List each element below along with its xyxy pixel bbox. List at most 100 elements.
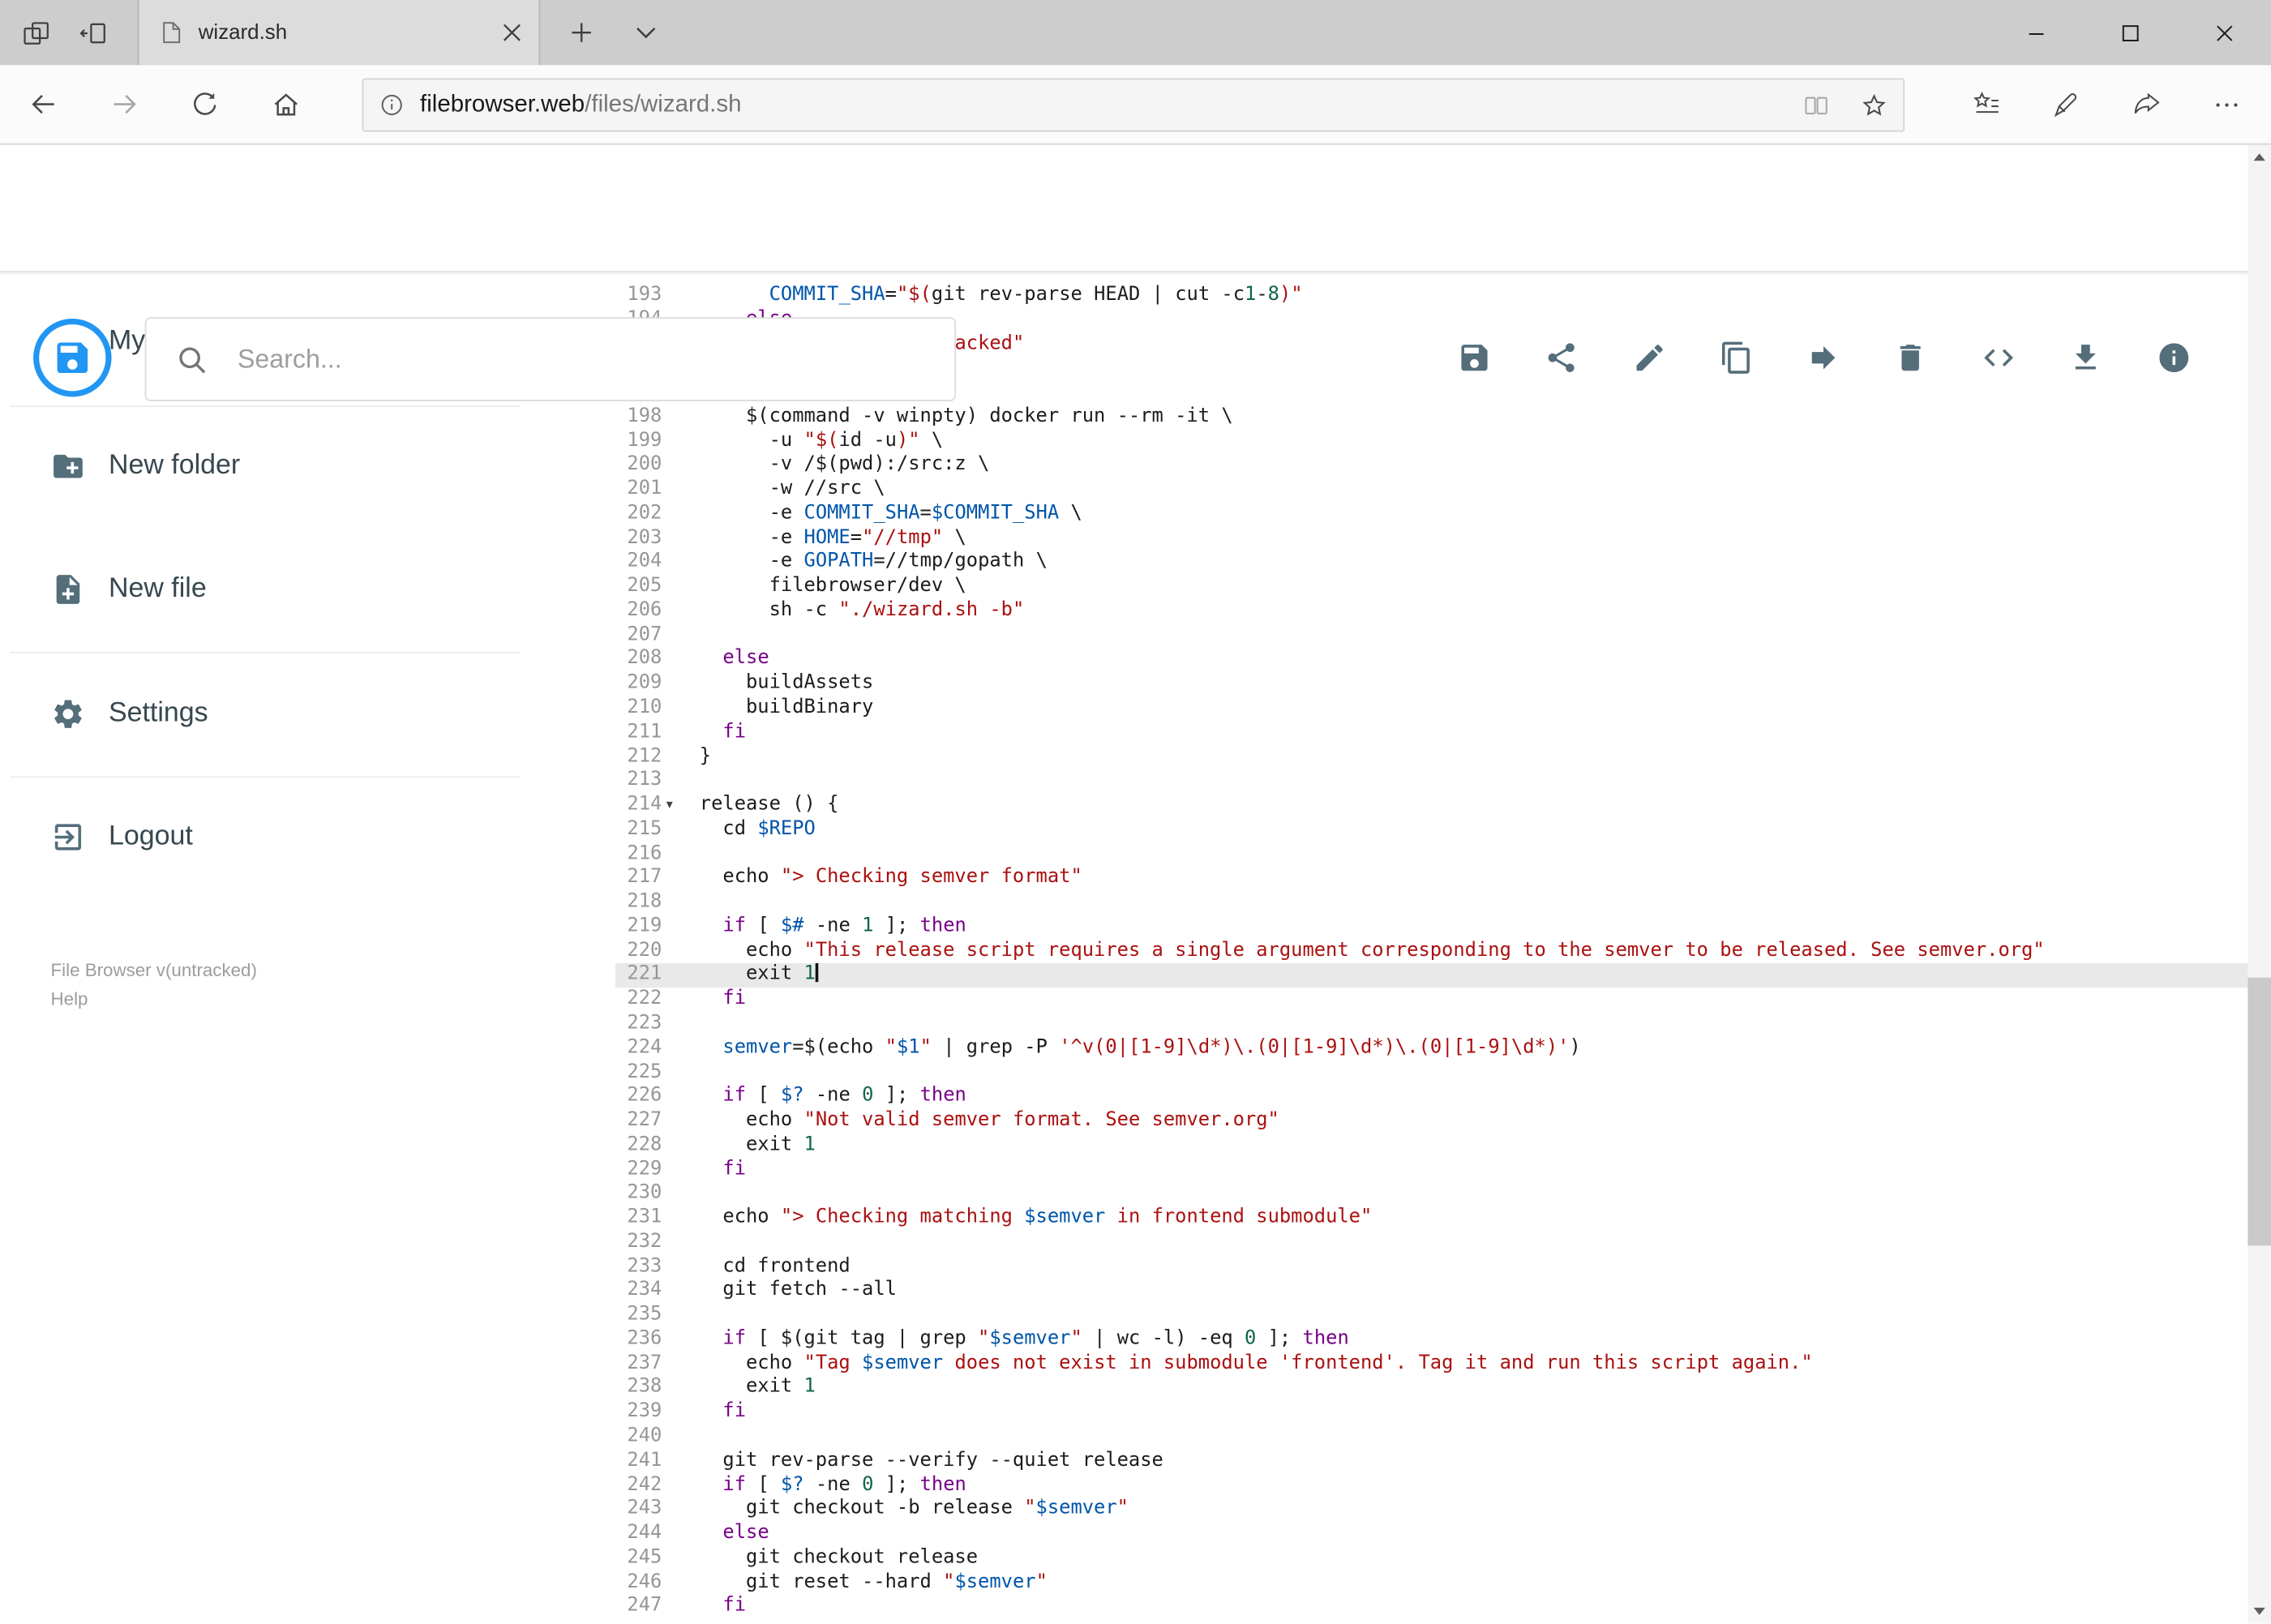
scroll-up-button[interactable] — [2247, 145, 2271, 169]
code-text: cd $REPO — [699, 818, 816, 840]
code-line[interactable]: 204 -e GOPATH=//tmp/gopath \ — [580, 551, 2248, 576]
code-line[interactable]: 240 — [580, 1425, 2248, 1450]
code-line[interactable]: 235 — [580, 1304, 2248, 1328]
code-line[interactable]: 208 else — [580, 648, 2248, 672]
code-line[interactable]: 243 git checkout -b release "$semver" — [580, 1498, 2248, 1523]
tab-preview-button[interactable] — [11, 0, 61, 65]
set-tabs-aside-button[interactable] — [70, 0, 119, 65]
save-button[interactable] — [1446, 329, 1503, 387]
code-line[interactable]: 207 — [580, 623, 2248, 648]
line-number: 240 — [627, 1425, 662, 1447]
delete-button[interactable] — [1881, 329, 1939, 387]
add-favorite-button[interactable] — [1845, 79, 1903, 131]
code-line[interactable]: 216 — [580, 842, 2248, 867]
code-line[interactable]: 238 exit 1 — [580, 1377, 2248, 1401]
code-line[interactable]: 224 semver=$(echo "$1" | grep -P '^v(0|[… — [580, 1037, 2248, 1061]
window-minimize-button[interactable] — [1991, 0, 2081, 65]
code-line[interactable]: 218 — [580, 891, 2248, 915]
tab-close-button[interactable] — [503, 24, 521, 42]
code-line[interactable]: 231 echo "> Checking matching $semver in… — [580, 1206, 2248, 1231]
code-line[interactable]: 193 COMMIT_SHA="$(git rev-parse HEAD | c… — [580, 284, 2248, 308]
code-line[interactable]: 232 — [580, 1231, 2248, 1255]
more-button[interactable] — [2194, 65, 2258, 143]
code-line[interactable]: 199 -u "$(id -u)" \ — [580, 430, 2248, 454]
tab-list-dropdown-button[interactable] — [620, 0, 672, 65]
fold-gutter — [662, 648, 699, 672]
code-line[interactable]: 227 echo "Not valid semver format. See s… — [580, 1109, 2248, 1133]
code-line[interactable]: 242 if [ $? -ne 0 ]; then — [580, 1474, 2248, 1498]
download-button[interactable] — [2057, 329, 2115, 387]
code-line[interactable]: 225 — [580, 1061, 2248, 1086]
code-line[interactable]: 203 -e HOME="//tmp" \ — [580, 527, 2248, 551]
browser-tab[interactable]: wizard.sh — [137, 0, 541, 66]
copy-button[interactable] — [1708, 329, 1765, 387]
code-editor[interactable]: 193 COMMIT_SHA="$(git rev-parse HEAD | c… — [579, 272, 2248, 1624]
code-line[interactable]: 236 if [ $(git tag | grep "$semver" | wc… — [580, 1328, 2248, 1352]
code-text: echo "Tag $semver does not exist in subm… — [699, 1352, 1813, 1374]
code-line[interactable]: 230 — [580, 1182, 2248, 1206]
sidebar-item-new-folder[interactable]: New folder — [0, 423, 551, 510]
line-number: 200 — [627, 453, 662, 476]
code-line[interactable]: 246 git reset --hard "$semver" — [580, 1570, 2248, 1595]
home-button[interactable] — [254, 65, 318, 143]
help-link[interactable]: Help — [51, 985, 257, 1014]
code-line[interactable]: 213 — [580, 769, 2248, 794]
move-button[interactable] — [1794, 329, 1852, 387]
code-line[interactable]: 217 echo "> Checking semver format" — [580, 867, 2248, 891]
code-line[interactable]: 221 exit 1 — [579, 963, 2248, 988]
new-tab-button[interactable] — [555, 0, 606, 65]
site-info-icon[interactable] — [378, 92, 405, 119]
code-line[interactable]: 214 ▾ release () { — [580, 794, 2248, 818]
address-bar[interactable]: filebrowser.web/files/wizard.sh — [362, 78, 1905, 132]
code-line[interactable]: 229 fi — [580, 1158, 2248, 1182]
window-maximize-button[interactable] — [2085, 0, 2175, 65]
code-line[interactable]: 201 -w //src \ — [580, 478, 2248, 503]
code-line[interactable]: 205 filebrowser/dev \ — [580, 576, 2248, 600]
code-line[interactable]: 211 fi — [580, 721, 2248, 745]
code-line[interactable]: 226 if [ $? -ne 0 ]; then — [580, 1085, 2248, 1109]
sidebar-item-logout[interactable]: Logout — [0, 794, 551, 881]
app-logo[interactable] — [33, 318, 112, 397]
code-line[interactable]: 209 buildAssets — [580, 672, 2248, 696]
scroll-down-button[interactable] — [2247, 1600, 2271, 1624]
back-button[interactable] — [11, 65, 75, 143]
code-line[interactable]: 223 — [580, 1013, 2248, 1037]
code-line[interactable]: 241 git rev-parse --verify --quiet relea… — [580, 1450, 2248, 1474]
code-line[interactable]: 220 echo "This release script requires a… — [580, 940, 2248, 964]
code-text: exit 1 — [699, 1376, 816, 1399]
vertical-scrollbar[interactable] — [2247, 144, 2271, 1624]
code-line[interactable]: 219 if [ $# -ne 1 ]; then — [580, 915, 2248, 940]
code-line[interactable]: 198 $(command -v winpty) docker run --rm… — [580, 405, 2248, 430]
reading-view-button[interactable] — [1787, 79, 1845, 131]
refresh-button[interactable] — [173, 65, 237, 143]
search-input[interactable] — [234, 342, 872, 376]
sidebar-item-settings[interactable]: Settings — [0, 671, 551, 757]
code-line[interactable]: 206 sh -c "./wizard.sh -b" — [580, 599, 2248, 623]
code-line[interactable]: 237 echo "Tag $semver does not exist in … — [580, 1352, 2248, 1377]
code-line[interactable]: 233 cd frontend — [580, 1255, 2248, 1279]
forward-button[interactable] — [92, 65, 156, 143]
code-line[interactable]: 244 else — [580, 1523, 2248, 1547]
code-line[interactable]: 239 fi — [580, 1401, 2248, 1425]
web-note-button[interactable] — [2033, 65, 2097, 143]
code-line[interactable]: 222 fi — [580, 988, 2248, 1013]
sidebar-item-new-file[interactable]: New file — [0, 546, 551, 632]
edit-button[interactable] — [1621, 329, 1678, 387]
code-line[interactable]: 202 -e COMMIT_SHA=$COMMIT_SHA \ — [580, 503, 2248, 527]
code-line[interactable]: 210 buildBinary — [580, 696, 2248, 721]
code-line[interactable]: 245 git checkout release — [580, 1546, 2248, 1570]
fold-arrow-icon[interactable]: ▾ — [662, 794, 699, 818]
code-line[interactable]: 234 git fetch --all — [580, 1279, 2248, 1304]
code-line[interactable]: 212} — [580, 745, 2248, 769]
scrollbar-thumb[interactable] — [2247, 977, 2271, 1246]
window-close-button[interactable] — [2179, 0, 2269, 65]
code-view-button[interactable] — [1969, 329, 2027, 387]
share-button[interactable] — [2115, 65, 2179, 143]
hub-button[interactable] — [1954, 65, 2018, 143]
code-line[interactable]: 200 -v /$(pwd):/src:z \ — [580, 454, 2248, 478]
code-line[interactable]: 247 fi — [580, 1595, 2248, 1619]
info-button[interactable] — [2145, 329, 2203, 387]
code-line[interactable]: 215 cd $REPO — [580, 818, 2248, 842]
share-file-button[interactable] — [1532, 329, 1590, 387]
code-line[interactable]: 228 exit 1 — [580, 1133, 2248, 1158]
